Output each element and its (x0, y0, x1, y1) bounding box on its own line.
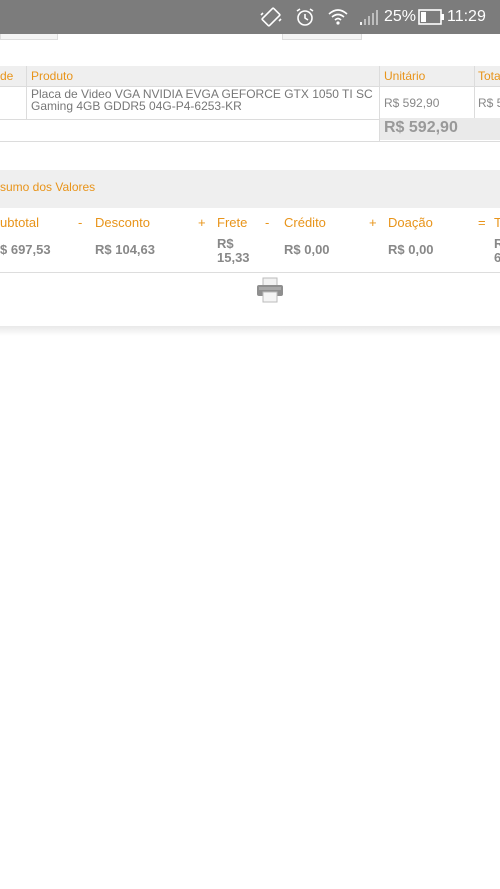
summary-label-donation: Doação (388, 215, 433, 230)
print-icon[interactable] (256, 277, 284, 303)
summary-value-donation: R$ 0,00 (388, 242, 434, 257)
tab-strip (0, 34, 500, 42)
summary-value-shipping-currency: R$ (217, 236, 234, 251)
column-header-product: Produto (31, 69, 74, 83)
unit-price: R$ 592,90 (384, 96, 440, 110)
row-total: R$ 5 (478, 96, 500, 110)
summary-label-subtotal: ubtotal (0, 215, 40, 230)
summary-operator: + (369, 215, 377, 230)
panel-shadow (0, 326, 500, 336)
vibrate-icon (260, 7, 282, 27)
column-header-qty: de (0, 69, 14, 83)
summary-value-subtotal: $ 697,53 (0, 242, 51, 257)
summary-value-credit: R$ 0,00 (284, 242, 330, 257)
clock: 11:29 (447, 8, 486, 25)
summary-operator: - (265, 215, 270, 230)
summary-divider (0, 272, 500, 273)
wifi-icon (328, 9, 348, 25)
summary-value-total-currency: R (494, 236, 500, 251)
summary-label-credit: Crédito (284, 215, 326, 230)
column-divider (26, 66, 27, 119)
tab-right[interactable] (282, 34, 362, 40)
summary-value-discount: R$ 104,63 (95, 242, 155, 257)
grand-total: R$ 592,90 (384, 119, 458, 136)
summary-operator: = (478, 215, 486, 230)
column-header-unit: Unitário (384, 69, 426, 83)
row-divider (0, 141, 500, 142)
summary-value-shipping: 15,33 (217, 250, 250, 265)
column-divider (474, 66, 475, 119)
battery-icon (418, 9, 444, 25)
battery-percent: 25% (384, 8, 417, 25)
summary-operator: + (198, 215, 206, 230)
summary-label-shipping: Frete (217, 215, 248, 230)
tab-left[interactable] (0, 34, 58, 40)
signal-icon (360, 10, 378, 25)
summary-operator: - (78, 215, 83, 230)
alarm-icon (296, 8, 314, 26)
status-bar: 25% 11:29 (0, 0, 500, 34)
summary-label-total: T (494, 215, 500, 230)
summary-title: sumo dos Valores (0, 180, 96, 194)
product-description: Placa de Video VGA NVIDIA EVGA GEFORCE G… (31, 87, 373, 113)
column-header-total: Tota (478, 69, 500, 83)
summary-value-total: 6 (494, 250, 500, 265)
summary-label-discount: Desconto (95, 215, 150, 230)
